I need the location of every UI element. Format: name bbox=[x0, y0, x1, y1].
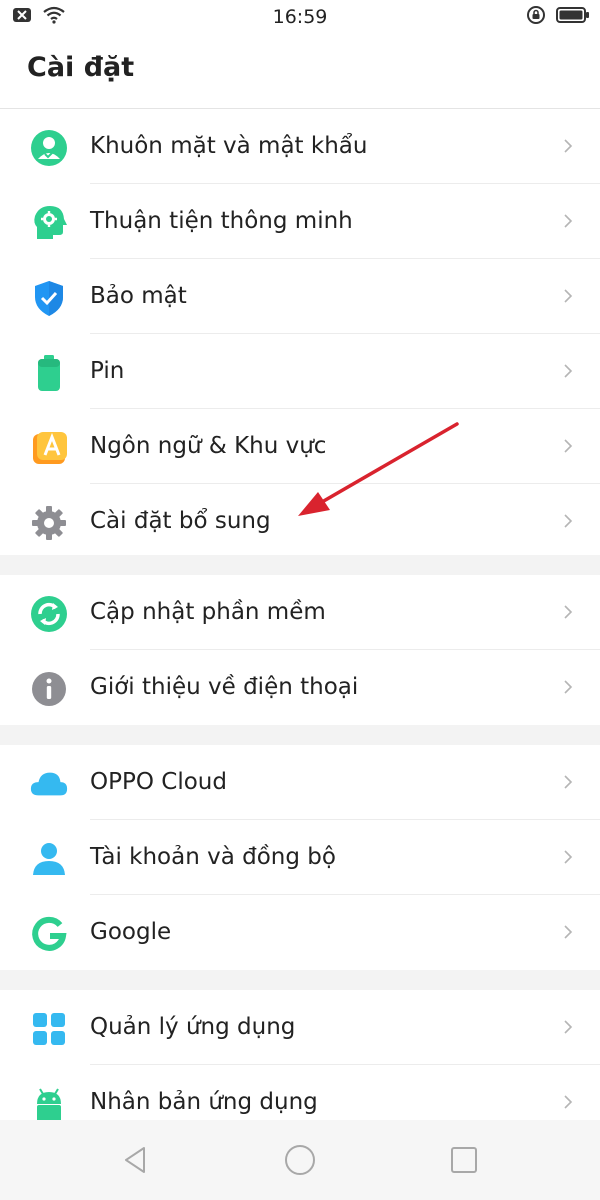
chevron-right-icon bbox=[564, 139, 573, 153]
page-title: Cài đặt bbox=[27, 52, 135, 83]
settings-item-software-update[interactable]: Cập nhật phần mềm bbox=[0, 575, 600, 650]
settings-item-label: Cập nhật phần mềm bbox=[90, 599, 326, 625]
settings-item-google[interactable]: Google bbox=[0, 895, 600, 970]
settings-item-oppo-cloud[interactable]: OPPO Cloud bbox=[0, 745, 600, 820]
section-gap bbox=[0, 555, 600, 575]
settings-item-label: Bảo mật bbox=[90, 283, 187, 309]
chevron-right-icon bbox=[564, 439, 573, 453]
settings-item-app-management[interactable]: Quản lý ứng dụng bbox=[0, 990, 600, 1065]
chevron-right-icon bbox=[564, 364, 573, 378]
settings-item-security[interactable]: Bảo mật bbox=[0, 259, 600, 334]
settings-item-label: Cài đặt bổ sung bbox=[90, 508, 271, 534]
chevron-right-icon bbox=[564, 850, 573, 864]
settings-item-label: Quản lý ứng dụng bbox=[90, 1014, 296, 1040]
software-update-icon bbox=[29, 594, 69, 634]
settings-section-3: OPPO Cloud Tài khoản và đồng bộ Google bbox=[0, 745, 600, 970]
recents-icon[interactable] bbox=[448, 1144, 480, 1176]
smart-assist-icon bbox=[29, 203, 69, 243]
settings-item-label: Ngôn ngữ & Khu vực bbox=[90, 433, 327, 459]
info-icon bbox=[29, 669, 69, 709]
navigation-bar bbox=[0, 1120, 600, 1200]
android-icon bbox=[29, 1084, 69, 1124]
google-icon bbox=[29, 914, 69, 954]
chevron-right-icon bbox=[564, 925, 573, 939]
settings-item-label: Google bbox=[90, 919, 172, 945]
status-time: 16:59 bbox=[272, 6, 328, 28]
app-grid-icon bbox=[29, 1009, 69, 1049]
settings-item-language-region[interactable]: Ngôn ngữ & Khu vực bbox=[0, 409, 600, 484]
language-icon bbox=[29, 428, 69, 468]
settings-item-smart-assist[interactable]: Thuận tiện thông minh bbox=[0, 184, 600, 259]
chevron-right-icon bbox=[564, 1020, 573, 1034]
settings-item-label: Tài khoản và đồng bộ bbox=[90, 844, 336, 870]
settings-item-label: Thuận tiện thông minh bbox=[90, 208, 353, 234]
battery-icon bbox=[29, 353, 69, 393]
settings-item-about-phone[interactable]: Giới thiệu về điện thoại bbox=[0, 650, 600, 725]
section-gap bbox=[0, 970, 600, 990]
settings-item-label: Khuôn mặt và mật khẩu bbox=[90, 133, 368, 159]
account-icon bbox=[29, 839, 69, 879]
shield-icon bbox=[29, 278, 69, 318]
settings-item-label: OPPO Cloud bbox=[90, 769, 227, 795]
chevron-right-icon bbox=[564, 605, 573, 619]
settings-section-2: Cập nhật phần mềm Giới thiệu về điện tho… bbox=[0, 575, 600, 725]
cloud-icon bbox=[29, 764, 69, 804]
settings-item-additional-settings[interactable]: Cài đặt bổ sung bbox=[0, 484, 600, 559]
chevron-right-icon bbox=[564, 514, 573, 528]
settings-item-label: Pin bbox=[90, 358, 125, 384]
chevron-right-icon bbox=[564, 289, 573, 303]
chevron-right-icon bbox=[564, 214, 573, 228]
settings-item-battery[interactable]: Pin bbox=[0, 334, 600, 409]
settings-item-label: Giới thiệu về điện thoại bbox=[90, 674, 359, 700]
chevron-right-icon bbox=[564, 775, 573, 789]
chevron-right-icon bbox=[564, 680, 573, 694]
settings-item-accounts-sync[interactable]: Tài khoản và đồng bộ bbox=[0, 820, 600, 895]
chevron-right-icon bbox=[564, 1095, 573, 1109]
home-icon[interactable] bbox=[284, 1144, 316, 1176]
section-gap bbox=[0, 725, 600, 745]
face-password-icon bbox=[29, 128, 69, 168]
settings-section-1: Khuôn mặt và mật khẩu Thuận tiện thông m… bbox=[0, 109, 600, 559]
settings-item-face-password[interactable]: Khuôn mặt và mật khẩu bbox=[0, 109, 600, 184]
settings-section-4: Quản lý ứng dụng Nhân bản ứng dụng bbox=[0, 990, 600, 1140]
back-icon[interactable] bbox=[120, 1144, 152, 1176]
gear-icon bbox=[29, 503, 69, 543]
